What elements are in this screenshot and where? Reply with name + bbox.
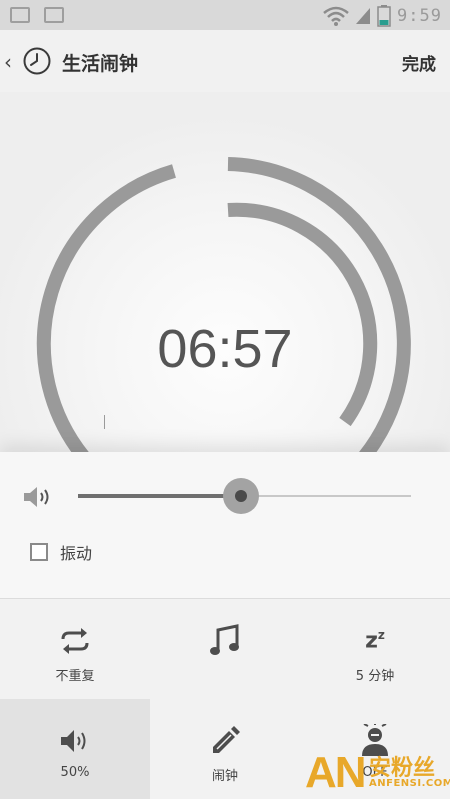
status-time: 9:59 bbox=[397, 6, 442, 26]
dial-rings[interactable] bbox=[0, 92, 450, 452]
alarm-time: 06:57 bbox=[157, 319, 293, 379]
alarm-label-option[interactable]: 闹钟 bbox=[150, 699, 300, 799]
pencil-icon bbox=[213, 726, 240, 753]
done-button[interactable]: 完成 bbox=[402, 50, 436, 75]
speaker-icon bbox=[61, 730, 86, 752]
volume-slider-thumb[interactable] bbox=[223, 478, 260, 514]
snooze-option[interactable]: zz 5 分钟 bbox=[300, 599, 450, 699]
page-title: 生活闹钟 bbox=[62, 53, 139, 75]
wifi-icon bbox=[323, 6, 349, 26]
volume-slider-track[interactable] bbox=[78, 478, 411, 514]
battery-icon bbox=[377, 5, 391, 27]
watermark-an: AN bbox=[305, 748, 367, 797]
ringtone-option[interactable] bbox=[150, 599, 300, 699]
watermark-logo: AN 安粉丝 ANFENSI.COM bbox=[305, 748, 450, 799]
volume-icon bbox=[24, 487, 49, 507]
vibrate-checkbox[interactable] bbox=[30, 543, 48, 561]
repeat-option[interactable]: 不重复 bbox=[0, 599, 150, 699]
volume-percent-label: 50% bbox=[60, 765, 90, 780]
bag-notification-icon bbox=[44, 7, 64, 23]
volume-slider-fill bbox=[78, 494, 242, 498]
header: ‹ 生活闹钟 完成 bbox=[0, 30, 450, 92]
snooze-icon: zz bbox=[365, 628, 385, 654]
signal-icon bbox=[356, 8, 371, 24]
volume-panel: 振动 bbox=[0, 452, 450, 598]
volume-option[interactable]: 50% bbox=[0, 699, 150, 799]
vibrate-label: 振动 bbox=[60, 544, 93, 563]
alarm-label: 闹钟 bbox=[211, 769, 238, 784]
time-dial: 06:57 bbox=[0, 92, 450, 452]
clock-icon bbox=[23, 47, 51, 75]
image-notification-icon bbox=[10, 7, 30, 23]
watermark-en: ANFENSI.COM bbox=[369, 778, 450, 789]
status-bar: 9:59 bbox=[0, 0, 450, 30]
snooze-label: 5 分钟 bbox=[355, 669, 395, 684]
repeat-label: 不重复 bbox=[55, 669, 95, 684]
music-note-icon bbox=[210, 624, 239, 655]
vibrate-option[interactable]: 振动 bbox=[30, 540, 92, 564]
repeat-icon bbox=[61, 628, 89, 654]
back-chevron-icon[interactable]: ‹ bbox=[4, 50, 12, 74]
